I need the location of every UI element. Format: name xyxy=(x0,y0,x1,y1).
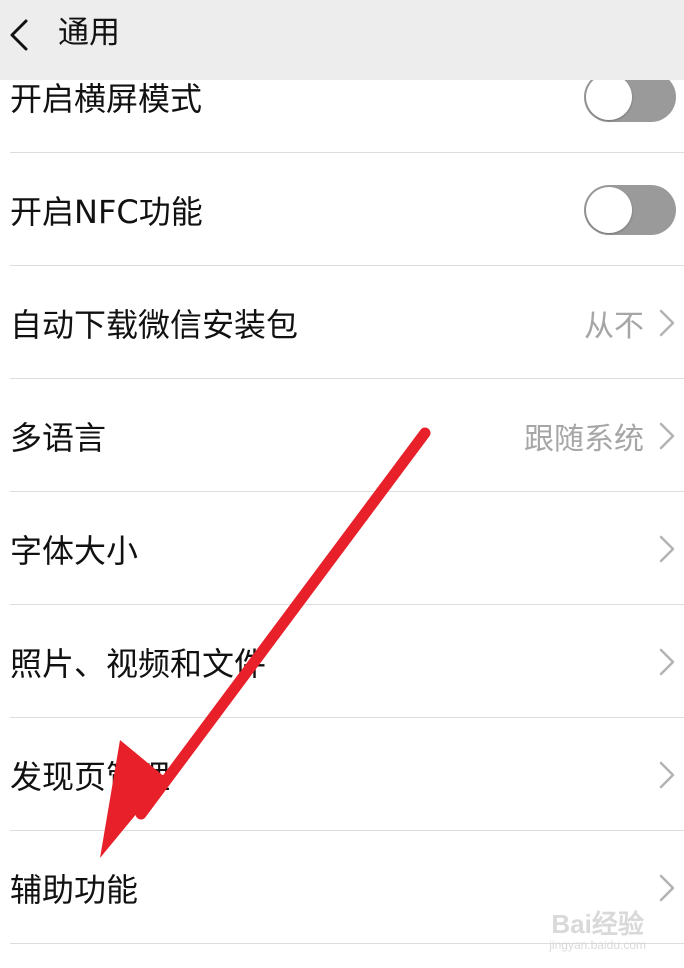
settings-list: 开启横屏模式 开启NFC功能 自动下载微信安装包 从不 多语言 跟随系统 字体大… xyxy=(0,40,684,944)
discover-management-row[interactable]: 发现页管理 xyxy=(0,718,684,831)
header-bar: 通用 xyxy=(0,0,684,80)
font-size-row[interactable]: 字体大小 xyxy=(0,492,684,605)
language-row[interactable]: 多语言 跟随系统 xyxy=(0,379,684,492)
back-button[interactable] xyxy=(0,0,50,70)
settings-screen: 开启横屏模式 开启NFC功能 自动下载微信安装包 从不 多语言 跟随系统 字体大… xyxy=(0,0,684,968)
accessibility-label: 辅助功能 xyxy=(10,870,139,909)
media-files-row[interactable]: 照片、视频和文件 xyxy=(0,605,684,718)
watermark-url: jingyan.baidu.com xyxy=(549,938,646,952)
auto-download-value: 从不 xyxy=(584,308,644,344)
landscape-mode-label: 开启横屏模式 xyxy=(10,79,203,118)
chevron-right-icon xyxy=(659,535,675,562)
back-arrow-icon xyxy=(10,19,28,51)
watermark-logo-text: Bai经验 xyxy=(551,909,644,939)
nfc-row[interactable]: 开启NFC功能 xyxy=(0,153,684,266)
watermark: Bai经验 jingyan.baidu.com xyxy=(549,910,646,952)
nfc-toggle[interactable] xyxy=(584,184,676,235)
media-files-label: 照片、视频和文件 xyxy=(10,644,267,683)
page-title: 通用 xyxy=(58,15,120,51)
language-value: 跟随系统 xyxy=(524,421,644,457)
chevron-right-icon xyxy=(659,874,675,901)
nfc-label: 开启NFC功能 xyxy=(10,192,203,231)
chevron-right-icon xyxy=(659,422,675,449)
auto-download-row[interactable]: 自动下载微信安装包 从不 xyxy=(0,266,684,379)
auto-download-label: 自动下载微信安装包 xyxy=(10,305,299,344)
language-label: 多语言 xyxy=(10,418,107,457)
toggle-knob xyxy=(586,186,632,233)
toggle-knob xyxy=(586,73,632,120)
chevron-right-icon xyxy=(659,648,675,675)
font-size-label: 字体大小 xyxy=(10,531,139,570)
discover-management-label: 发现页管理 xyxy=(10,757,171,796)
chevron-right-icon xyxy=(659,309,675,336)
chevron-right-icon xyxy=(659,761,675,788)
